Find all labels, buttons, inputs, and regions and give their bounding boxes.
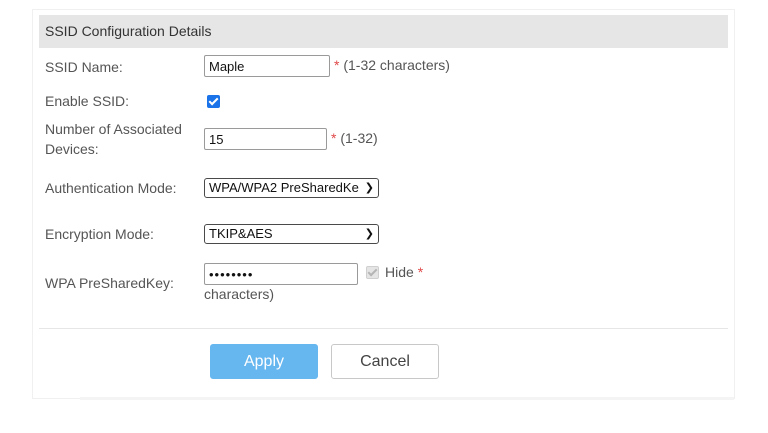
cancel-button[interactable]: Cancel	[331, 344, 439, 379]
ssid-name-label: SSID Name:	[45, 59, 123, 75]
page-bottom-edge	[80, 397, 734, 400]
associated-devices-input[interactable]	[204, 128, 327, 150]
authentication-mode-select[interactable]: WPA/WPA2 PreSharedKe ❯	[204, 178, 379, 198]
associated-devices-label: Number of Associated Devices:	[45, 119, 182, 159]
apply-button[interactable]: Apply	[210, 344, 318, 379]
wpa-key-input[interactable]	[204, 263, 358, 285]
ssid-name-input[interactable]	[204, 55, 330, 77]
required-mark: *	[331, 130, 337, 146]
chevron-down-icon: ❯	[364, 182, 374, 194]
authentication-mode-label: Authentication Mode:	[45, 180, 177, 196]
wpa-key-hint-tail: characters)	[204, 286, 275, 302]
associated-devices-label-line2: Devices:	[45, 141, 99, 157]
ssid-name-range: (1-32 characters)	[343, 57, 450, 73]
hide-key-checkbox	[366, 266, 379, 279]
hide-key-hint: Hide *	[385, 264, 423, 280]
ssid-config-panel: SSID Configuration Details SSID Name: * …	[33, 10, 734, 398]
associated-devices-range: (1-32)	[340, 130, 378, 146]
form-divider	[39, 328, 728, 329]
encryption-mode-label: Encryption Mode:	[45, 226, 154, 242]
enable-ssid-label: Enable SSID:	[45, 93, 130, 109]
enable-ssid-checkbox[interactable]	[207, 95, 220, 108]
ssid-name-hint: * (1-32 characters)	[334, 57, 450, 73]
wpa-key-label: WPA PreSharedKey:	[45, 275, 174, 291]
encryption-mode-value: TKIP&AES	[209, 226, 273, 241]
associated-devices-label-line1: Number of Associated	[45, 121, 182, 137]
hide-key-label: Hide	[385, 264, 414, 280]
encryption-mode-select[interactable]: TKIP&AES ❯	[204, 224, 379, 244]
panel-title: SSID Configuration Details	[39, 15, 728, 48]
associated-devices-hint: * (1-32)	[331, 130, 378, 146]
authentication-mode-value: WPA/WPA2 PreSharedKe	[209, 180, 359, 195]
required-mark: *	[334, 57, 340, 73]
required-mark: *	[417, 264, 424, 280]
chevron-down-icon: ❯	[364, 228, 374, 240]
